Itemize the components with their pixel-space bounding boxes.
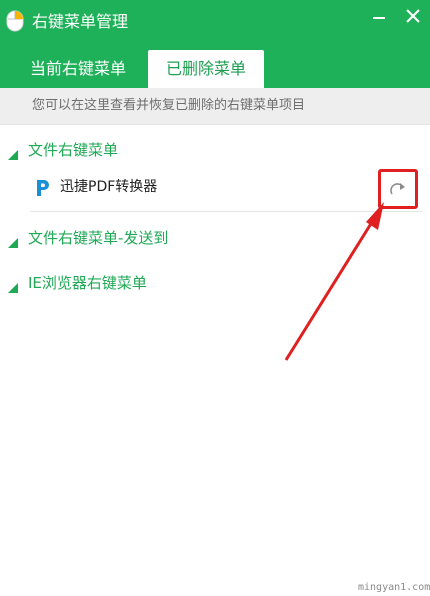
close-icon[interactable] bbox=[402, 6, 424, 28]
title-bar: 右键菜单管理 当前右键菜单 已删除菜单 bbox=[0, 0, 430, 88]
restore-icon bbox=[390, 183, 405, 195]
mouse-icon bbox=[6, 10, 24, 32]
pdf-converter-icon bbox=[34, 178, 50, 198]
window-title: 右键菜单管理 bbox=[32, 12, 129, 31]
section-label: 文件右键菜单-发送到 bbox=[28, 229, 169, 247]
expanded-triangle-icon bbox=[8, 233, 18, 248]
hint-bar: 您可以在这里查看并恢复已删除的右键菜单项目 bbox=[0, 88, 430, 125]
section-label: IE浏览器右键菜单 bbox=[28, 274, 147, 292]
watermark: mingyan1.com bbox=[358, 582, 430, 593]
minimize-icon[interactable] bbox=[368, 6, 390, 28]
section-label: 文件右键菜单 bbox=[28, 141, 119, 159]
tab-current-menu[interactable]: 当前右键菜单 bbox=[20, 50, 136, 88]
section-ie-browser-menu[interactable]: IE浏览器右键菜单 bbox=[8, 272, 208, 294]
section-file-context-menu[interactable]: 文件右键菜单 bbox=[8, 139, 208, 161]
tab-deleted-menu[interactable]: 已删除菜单 bbox=[148, 50, 264, 88]
section-file-send-to-menu[interactable]: 文件右键菜单-发送到 bbox=[8, 227, 248, 249]
expanded-triangle-icon bbox=[8, 145, 18, 160]
hint-text: 您可以在这里查看并恢复已删除的右键菜单项目 bbox=[32, 98, 306, 113]
restore-button[interactable] bbox=[378, 169, 418, 209]
expanded-triangle-icon bbox=[8, 278, 18, 293]
item-label: 迅捷PDF转换器 bbox=[60, 179, 158, 195]
list-item: 迅捷PDF转换器 bbox=[30, 163, 422, 212]
